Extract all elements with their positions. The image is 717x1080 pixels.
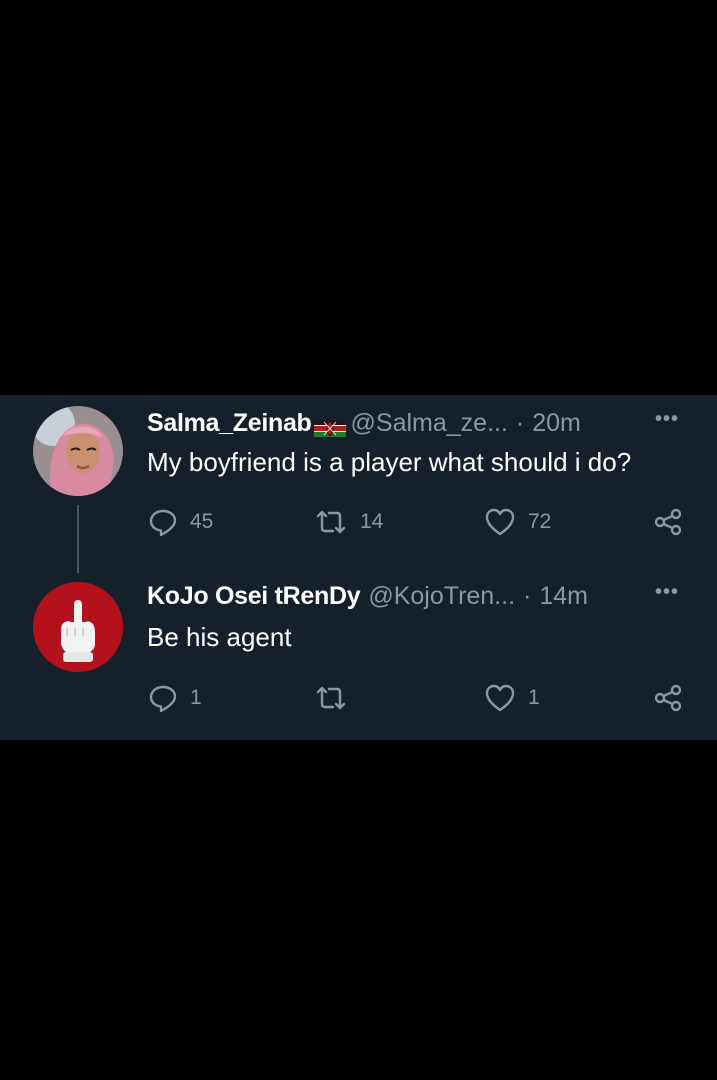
kenya-flag-icon (313, 415, 346, 437)
retweet-button[interactable] (314, 682, 360, 714)
more-options-icon[interactable]: ••• (655, 408, 679, 431)
reply-icon (148, 683, 178, 713)
reply-count: 1 (190, 686, 202, 709)
like-count: 1 (528, 686, 540, 709)
retweet-icon (314, 683, 348, 713)
separator-dot: · (515, 408, 525, 437)
display-name[interactable]: KoJo Osei tRenDy (147, 582, 361, 611)
user-handle[interactable]: @KojoTren... (368, 582, 515, 611)
tweet-text: Be his agent (147, 622, 292, 652)
reply-button[interactable]: 45 (148, 506, 213, 538)
retweet-icon (314, 507, 348, 537)
avatar[interactable] (33, 582, 123, 672)
display-name[interactable]: Salma_Zeinab (147, 409, 312, 438)
retweet-button[interactable]: 14 (314, 506, 383, 538)
like-count: 72 (528, 510, 552, 533)
share-icon (652, 507, 684, 537)
like-button[interactable]: 72 (484, 506, 551, 538)
share-icon (652, 683, 684, 713)
avatar[interactable] (33, 406, 123, 496)
retweet-count: 14 (360, 510, 384, 533)
tweet-thread: Salma_Zeinab @Salma_ze... · 20m ••• My b… (0, 395, 717, 740)
tweet-actions: 1 1 (0, 682, 717, 714)
tweet[interactable]: KoJo Osei tRenDy @KojoTren... · 14m ••• … (0, 580, 717, 740)
tweet-actions: 45 14 72 (0, 506, 717, 538)
tweet-header: Salma_Zeinab @Salma_ze... · 20m ••• (147, 407, 687, 439)
like-button[interactable]: 1 (484, 682, 540, 714)
user-handle[interactable]: @Salma_ze... (351, 409, 508, 438)
timestamp[interactable]: 20m (532, 409, 581, 438)
reply-icon (148, 507, 178, 537)
heart-icon (484, 507, 516, 537)
tweet-header: KoJo Osei tRenDy @KojoTren... · 14m ••• (147, 580, 687, 612)
reply-button[interactable]: 1 (148, 682, 202, 714)
separator-dot: · (523, 581, 532, 610)
heart-icon (484, 683, 516, 713)
share-button[interactable] (652, 682, 684, 714)
reply-count: 45 (190, 510, 214, 533)
timestamp[interactable]: 14m (539, 582, 588, 611)
tweet[interactable]: Salma_Zeinab @Salma_ze... · 20m ••• My b… (0, 395, 717, 580)
tweet-text: My boyfriend is a player what should i d… (147, 447, 632, 477)
share-button[interactable] (652, 506, 684, 538)
more-options-icon[interactable]: ••• (655, 581, 679, 604)
